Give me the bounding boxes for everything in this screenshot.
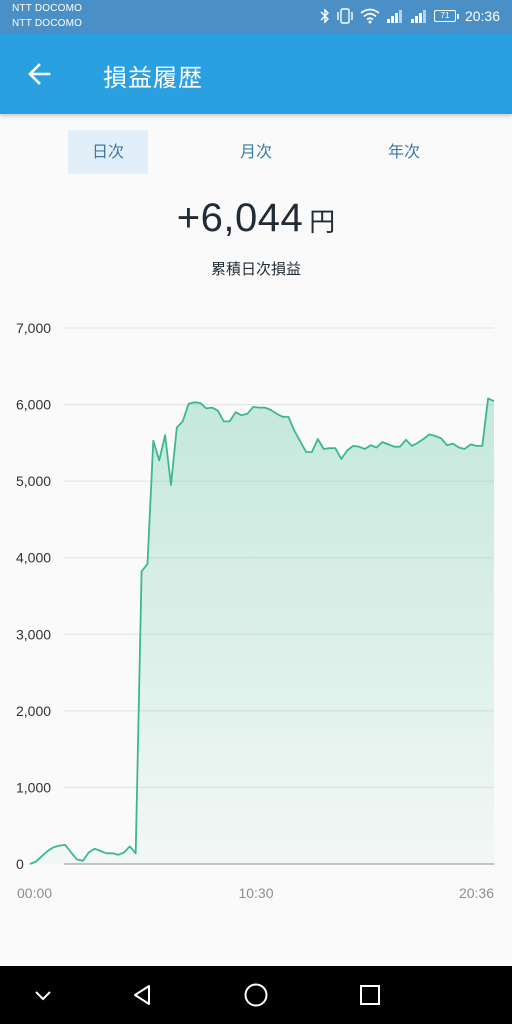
x-tick-label: 10:30 [238, 885, 273, 901]
signal-icon [410, 8, 428, 24]
y-tick-label: 5,000 [16, 473, 51, 489]
tab-monthly[interactable]: 月次 [216, 130, 296, 174]
bluetooth-icon [320, 8, 330, 24]
profit-amount: +6,044 [176, 196, 304, 240]
y-tick-label: 6,000 [16, 397, 51, 413]
nav-back-button[interactable] [127, 980, 157, 1010]
carrier-label: NTT DOCOMO [12, 18, 83, 29]
status-bar: NTT DOCOMO NTT DOCOMO 71 20:36 [0, 0, 512, 34]
profit-chart-svg: 0 1,000 2,000 3,000 4,000 5,000 6,000 7,000 00:0… [16, 320, 495, 901]
x-tick-label: 00:00 [17, 885, 52, 901]
y-tick-label: 4,000 [16, 550, 51, 566]
nav-recents-button[interactable] [355, 980, 385, 1010]
page-title: 損益履歴 [103, 64, 203, 92]
tab-daily[interactable]: 日次 [68, 130, 148, 174]
back-button[interactable] [22, 56, 58, 92]
y-tick-label: 2,000 [16, 703, 51, 719]
recents-square-icon [360, 985, 380, 1005]
carrier-label: NTT DOCOMO [12, 3, 83, 14]
tab-yearly[interactable]: 年次 [364, 130, 444, 174]
currency-unit: 円 [309, 208, 336, 238]
navigation-bar [0, 966, 512, 1024]
y-tick-label: 3,000 [16, 626, 51, 642]
chevron-down-icon [35, 991, 51, 1001]
profit-summary: +6,044 円 [0, 196, 512, 241]
arrow-left-icon [28, 63, 51, 85]
summary-label: 累積日次損益 [210, 260, 301, 278]
y-tick-label: 1,000 [16, 779, 51, 795]
vibrate-icon [336, 8, 354, 24]
y-tick-label: 7,000 [16, 320, 51, 336]
app-bar: 損益履歴 [0, 34, 512, 114]
home-circle-icon [244, 983, 268, 1007]
hide-nav-button[interactable] [28, 980, 58, 1010]
x-tick-label: 20:36 [459, 885, 494, 901]
wifi-icon [360, 8, 380, 24]
signal-icon [386, 8, 404, 24]
y-tick-label: 0 [16, 856, 24, 872]
series-area [30, 398, 494, 864]
period-tabs: 日次 月次 年次 [0, 130, 512, 174]
nav-home-button[interactable] [241, 980, 271, 1010]
profit-chart: 0 1,000 2,000 3,000 4,000 5,000 6,000 7,000 00:0… [0, 300, 512, 920]
battery-icon: 71 [433, 10, 459, 22]
status-time: 20:36 [464, 8, 500, 24]
back-triangle-icon [134, 985, 150, 1005]
battery-level: 71 [433, 10, 456, 22]
